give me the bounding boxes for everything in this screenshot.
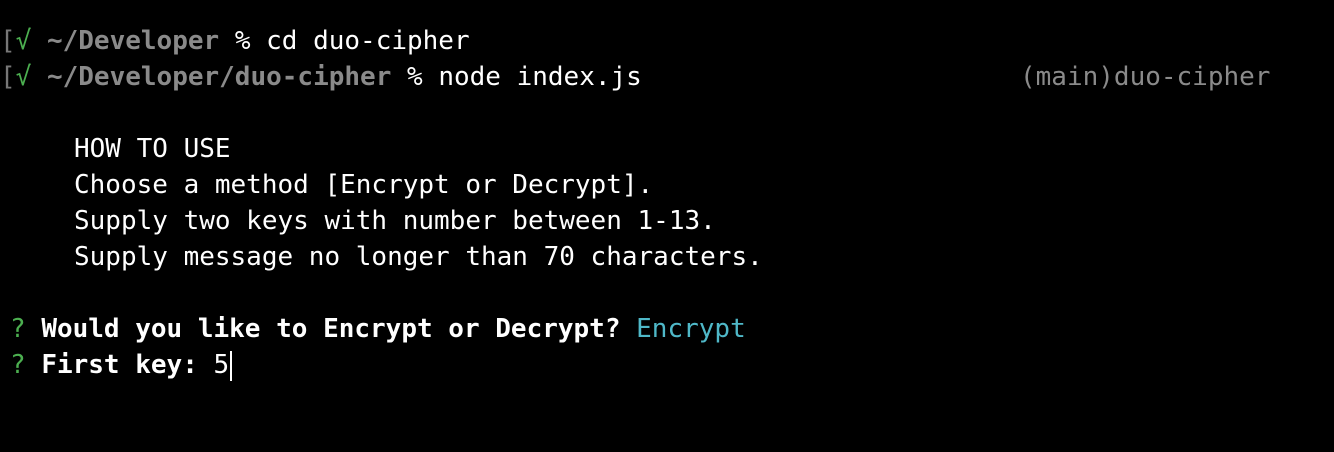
command-text: node index.js [438,62,642,92]
terminal-window[interactable]: [√ ~/Developer % cd duo-cipher [√ ~/Deve… [0,0,1334,452]
prompt-path: ~/Developer/duo-cipher [46,62,392,92]
prompt-answer: Encrypt [636,314,746,344]
history-line-2: [√ ~/Developer/duo-cipher % node index.j… [0,59,642,95]
prompt-path: ~/Developer [46,26,220,56]
prompt-method: ? Would you like to Encrypt or Decrypt? … [10,311,746,347]
history-line-1: [√ ~/Developer % cd duo-cipher [0,23,470,59]
help-line: Choose a method [Encrypt or Decrypt]. [74,170,654,200]
help-line: Supply message no longer than 70 charact… [74,242,763,272]
command-text: cd duo-cipher [266,26,470,56]
prompt-bracket: [ [0,26,16,56]
help-line: Supply two keys with number between 1-13… [74,206,716,236]
git-branch-status: (main)duo-cipher [1020,62,1271,92]
prompt-symbol: % [234,26,251,56]
question-mark-icon: ? [10,314,26,344]
success-check-icon: √ [15,26,32,56]
prompt-question: Would you like to Encrypt or Decrypt? [41,314,621,344]
help-title: HOW TO USE [74,134,231,164]
key-input-value[interactable]: 5 [214,350,230,380]
question-mark-icon: ? [10,350,26,380]
prompt-first-key[interactable]: ? First key: 5 [10,347,233,383]
prompt-symbol: % [407,62,423,92]
text-cursor [230,350,233,381]
prompt-bracket: [ [0,62,16,92]
prompt-question: First key: [41,350,198,380]
success-check-icon: √ [15,62,32,92]
